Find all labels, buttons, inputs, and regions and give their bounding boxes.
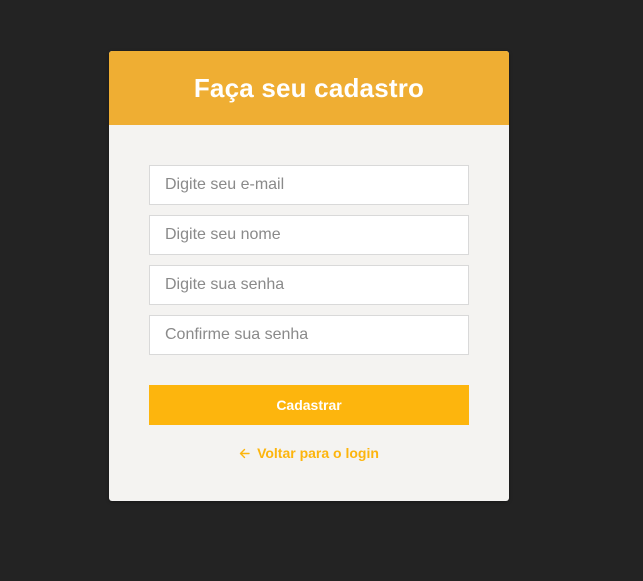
signup-card: Faça seu cadastro Cadastrar Voltar para … — [109, 51, 509, 501]
page-title: Faça seu cadastro — [193, 72, 425, 103]
submit-button[interactable]: Cadastrar — [149, 385, 469, 425]
card-header: Faça seu cadastro — [109, 51, 509, 125]
email-field[interactable] — [149, 165, 469, 205]
name-field[interactable] — [149, 215, 469, 255]
confirm-password-field[interactable] — [149, 315, 469, 355]
back-to-login-link[interactable]: Voltar para o login — [149, 445, 469, 461]
password-field[interactable] — [149, 265, 469, 305]
back-link-label: Voltar para o login — [257, 445, 379, 461]
signup-form: Cadastrar Voltar para o login — [149, 165, 469, 461]
arrow-left-icon — [239, 448, 250, 459]
